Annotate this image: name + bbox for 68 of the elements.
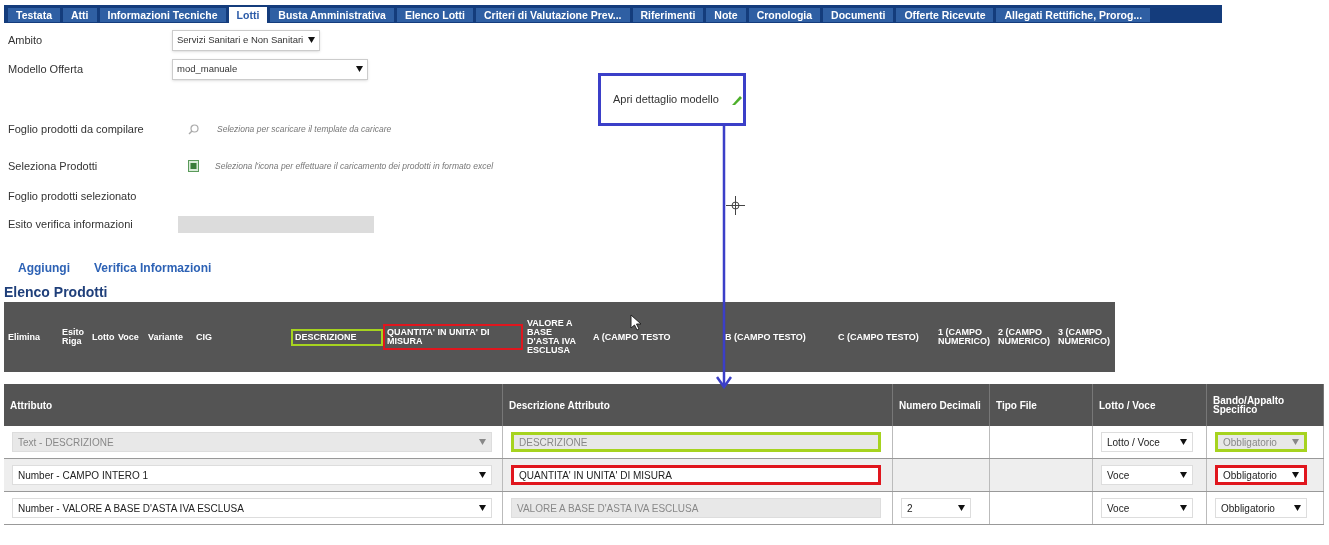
dropdown[interactable]: Voce bbox=[1101, 498, 1193, 518]
text-field[interactable]: QUANTITA' IN UNITA' DI MISURA bbox=[511, 465, 881, 485]
caret-icon bbox=[1180, 505, 1187, 511]
tab[interactable]: Informazioni Tecniche bbox=[99, 8, 226, 22]
tab[interactable]: Lotti bbox=[228, 7, 268, 23]
column-header: Elimina bbox=[7, 330, 41, 344]
column-header: Lotto bbox=[91, 330, 114, 344]
caret-icon bbox=[1292, 472, 1299, 478]
tab[interactable]: Riferimenti bbox=[632, 8, 704, 22]
caret-icon bbox=[1294, 505, 1301, 511]
column-header: VALORE A BASE D'ASTA IVA ESCLUSA bbox=[526, 317, 577, 357]
column-header: QUANTITA' IN UNITA' DI MISURA bbox=[383, 324, 523, 350]
field-label: Seleziona Prodotti bbox=[8, 158, 99, 174]
tab[interactable]: Offerte Ricevute bbox=[896, 8, 994, 22]
tab[interactable]: Testata bbox=[8, 8, 60, 22]
tab[interactable]: Busta Amministrativa bbox=[270, 8, 394, 22]
field-label: Esito verifica informazioni bbox=[8, 216, 134, 232]
hint-text: Seleziona per scaricare il template da caricare bbox=[217, 122, 392, 136]
field-label: Modello Offerta bbox=[8, 61, 84, 77]
caret-icon bbox=[1292, 439, 1299, 445]
dropdown[interactable]: Lotto / Voce bbox=[1101, 432, 1193, 452]
dropdown[interactable]: Voce bbox=[1101, 465, 1193, 485]
tab[interactable]: Documenti bbox=[823, 8, 894, 22]
dropdown[interactable]: Obbligatorio bbox=[1215, 465, 1307, 485]
column-header: CIG bbox=[195, 330, 213, 344]
action-link[interactable]: Verifica Informazioni bbox=[94, 259, 212, 277]
dropdown[interactable]: Number - VALORE A BASE D'ASTA IVA ESCLUSA bbox=[12, 498, 492, 518]
link-text[interactable]: Apri dettaglio modello bbox=[613, 91, 719, 108]
dropdown[interactable]: Number - CAMPO INTERO 1 bbox=[12, 465, 492, 485]
caret-icon bbox=[479, 472, 486, 478]
column-header: A (CAMPO TESTO bbox=[592, 330, 672, 344]
search-icon[interactable] bbox=[188, 123, 199, 135]
tab[interactable]: Cronologia bbox=[748, 8, 821, 22]
caret-icon bbox=[479, 505, 486, 511]
caret-icon bbox=[958, 505, 965, 511]
caret-icon bbox=[308, 37, 316, 43]
caret-icon bbox=[356, 66, 363, 72]
column-header: B (CAMPO TESTO) bbox=[724, 330, 807, 344]
column-header: 1 (CAMPO NUMERICO) bbox=[937, 326, 991, 348]
crosshair-icon bbox=[726, 196, 745, 215]
field-label: Foglio prodotti selezionato bbox=[8, 188, 137, 204]
column-header: C (CAMPO TESTO) bbox=[837, 330, 920, 344]
dropdown[interactable]: Obbligatorio bbox=[1215, 498, 1307, 518]
ambito-dropdown[interactable]: Servizi Sanitari e Non Sanitari bbox=[172, 29, 321, 51]
tab[interactable]: Criteri di Valutazione Prev... bbox=[476, 8, 630, 22]
action-link[interactable]: Aggiungi bbox=[18, 259, 70, 277]
column-header: Voce bbox=[117, 330, 140, 344]
field-label: Foglio prodotti da compilare bbox=[8, 121, 145, 137]
dropdown[interactable]: 2 bbox=[901, 498, 971, 518]
section-title: Elenco Prodotti bbox=[4, 284, 109, 300]
tab[interactable]: Note bbox=[706, 8, 746, 22]
tab[interactable]: Atti bbox=[63, 8, 97, 22]
caret-icon bbox=[1180, 472, 1187, 478]
hint-text: Seleziona l'icona per effettuare il caricamento dei prodotti in formato excel bbox=[215, 159, 494, 173]
column-header: Variante bbox=[147, 330, 185, 344]
tab[interactable]: Elenco Lotti bbox=[396, 8, 473, 22]
modello-dropdown[interactable]: mod_manuale bbox=[172, 58, 368, 80]
mouse-pointer-icon bbox=[630, 314, 642, 331]
caret-icon bbox=[1180, 439, 1187, 445]
column-header: Esito Riga bbox=[61, 326, 85, 348]
column-header: DESCRIZIONE bbox=[291, 328, 383, 346]
column-header: 2 (CAMPO NUMERICO) bbox=[997, 326, 1051, 348]
column-header: 3 (CAMPO NUMERICO) bbox=[1057, 326, 1111, 348]
pencil-icon[interactable] bbox=[730, 93, 743, 106]
field-label: Ambito bbox=[8, 32, 44, 48]
spreadsheet-icon[interactable] bbox=[188, 160, 199, 172]
caret-icon bbox=[479, 439, 486, 445]
tab[interactable]: Allegati Rettifiche, Prorog... bbox=[996, 8, 1151, 22]
